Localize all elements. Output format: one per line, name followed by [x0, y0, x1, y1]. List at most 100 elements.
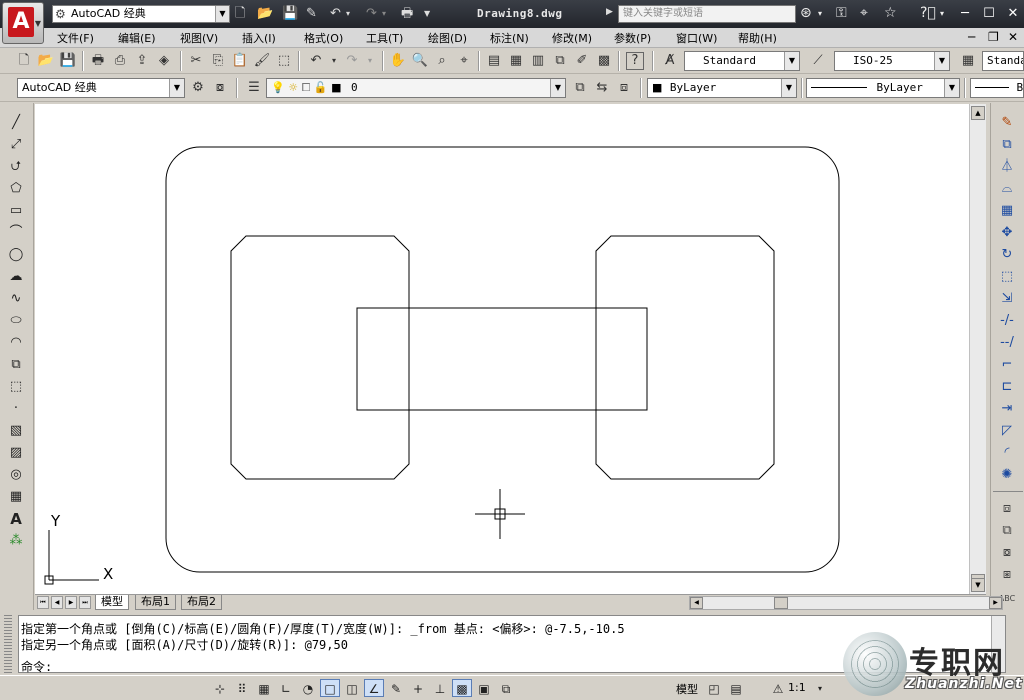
- explode-icon[interactable]: ✺: [997, 465, 1017, 485]
- menu-parameters[interactable]: 参数(P): [614, 30, 651, 46]
- extend-icon[interactable]: --/: [997, 333, 1017, 353]
- model-space-label[interactable]: 模型: [676, 681, 698, 697]
- qnew-icon[interactable]: 🗋: [14, 51, 34, 71]
- bring-front-icon[interactable]: ⧉: [997, 521, 1017, 541]
- layer-states-icon[interactable]: ⧈: [614, 78, 634, 98]
- doc-close-icon[interactable]: ✕: [1008, 30, 1018, 44]
- expand-arrow-icon[interactable]: ▶: [606, 7, 613, 17]
- polar-tracking-icon[interactable]: ◔: [298, 679, 318, 697]
- copy-icon[interactable]: ⎘: [208, 51, 228, 71]
- make-block-icon[interactable]: ⬚: [6, 377, 26, 397]
- ellipse-icon[interactable]: ⬭: [6, 311, 26, 331]
- binoculars-icon[interactable]: ⊛: [800, 5, 812, 21]
- outer-rounded-rectangle[interactable]: [165, 146, 840, 573]
- chamfer-icon[interactable]: ◸: [997, 421, 1017, 441]
- vertical-scrollbar[interactable]: ▲ ▼: [969, 104, 986, 594]
- lineweight-select[interactable]: B: [970, 78, 1024, 98]
- save-icon[interactable]: 💾: [282, 6, 298, 22]
- polygon-icon[interactable]: ⬠: [6, 179, 26, 199]
- annotation-scale-icon[interactable]: ⚠: [768, 679, 788, 697]
- doc-minimize-icon[interactable]: ─: [968, 30, 975, 44]
- quick-properties-icon[interactable]: ▣: [474, 679, 494, 697]
- polyline-icon[interactable]: ⮍: [6, 157, 26, 177]
- chevron-down-icon[interactable]: ▾: [382, 6, 386, 22]
- menu-file[interactable]: 文件(F): [57, 30, 94, 46]
- publish-icon[interactable]: ⇪: [132, 51, 152, 71]
- trim-icon[interactable]: -/-: [997, 311, 1017, 331]
- circle-icon[interactable]: ◯: [6, 245, 26, 265]
- infer-constraints-icon[interactable]: ⊹: [210, 679, 230, 697]
- text-style-select[interactable]: Standard ▼: [684, 51, 800, 71]
- add-selected-icon[interactable]: ⁂: [6, 531, 26, 551]
- paste-icon[interactable]: 📋: [230, 51, 250, 71]
- workspace-select[interactable]: AutoCAD 经典 ▼: [17, 78, 185, 98]
- show-lineweight-icon[interactable]: ⊥: [430, 679, 450, 697]
- chevron-down-icon[interactable]: ▼: [934, 52, 949, 70]
- help-icon[interactable]: ?: [626, 52, 644, 70]
- object-snap-icon[interactable]: □: [320, 679, 340, 697]
- command-window-grip[interactable]: [4, 615, 12, 673]
- snap-mode-icon[interactable]: ⠿: [232, 679, 252, 697]
- save-icon[interactable]: 💾: [58, 51, 78, 71]
- annotation-scale-value[interactable]: 1:1: [788, 681, 806, 694]
- point-icon[interactable]: ·: [6, 399, 26, 419]
- tab-layout1[interactable]: 布局1: [135, 595, 176, 610]
- qat-customize-icon[interactable]: ▼: [424, 6, 430, 22]
- gradient-icon[interactable]: ▨: [6, 443, 26, 463]
- revision-cloud-icon[interactable]: ☁: [6, 267, 26, 287]
- save-as-icon[interactable]: ✎: [306, 6, 317, 22]
- workspace-settings-icon[interactable]: ⚙: [188, 78, 208, 98]
- spline-icon[interactable]: ∿: [6, 289, 26, 309]
- menu-view[interactable]: 视图(V): [180, 30, 218, 46]
- tab-layout2[interactable]: 布局2: [181, 595, 222, 610]
- drawing-canvas[interactable]: X Y: [35, 104, 969, 594]
- print-icon[interactable]: 🖶: [401, 6, 413, 22]
- tool-palettes-icon[interactable]: ▥: [528, 51, 548, 71]
- help-icon[interactable]: ?⃝: [920, 5, 936, 21]
- quick-view-drawings-icon[interactable]: ▤: [726, 679, 746, 697]
- chevron-down-icon[interactable]: ▾: [818, 9, 822, 18]
- stretch-icon[interactable]: ⇲: [997, 289, 1017, 309]
- chevron-down-icon[interactable]: ▾: [810, 679, 830, 697]
- scale-icon[interactable]: ⬚: [997, 267, 1017, 287]
- satellite-icon[interactable]: ⌖: [860, 5, 868, 21]
- chevron-down-icon[interactable]: ▼: [784, 52, 799, 70]
- menu-format[interactable]: 格式(O): [304, 30, 343, 46]
- undo-icon[interactable]: ↶: [330, 6, 341, 22]
- cut-icon[interactable]: ✂: [186, 51, 206, 71]
- layer-manager-icon[interactable]: ☰: [244, 78, 264, 98]
- first-tab-icon[interactable]: ⏮: [37, 596, 49, 609]
- dim-style-icon[interactable]: ⟋: [808, 51, 828, 71]
- menu-tools[interactable]: 工具(T): [366, 30, 403, 46]
- horizontal-scrollbar[interactable]: ◀ ▶: [689, 596, 1003, 610]
- ellipse-arc-icon[interactable]: ◠: [6, 333, 26, 353]
- last-tab-icon[interactable]: ⏭: [79, 596, 91, 609]
- menu-edit[interactable]: 编辑(E): [118, 30, 156, 46]
- quick-view-layouts-icon[interactable]: ◰: [704, 679, 724, 697]
- undo-icon[interactable]: ↶: [306, 51, 326, 71]
- line-icon[interactable]: ╱: [6, 113, 26, 133]
- send-back-icon[interactable]: ⧇: [997, 543, 1017, 563]
- key-icon[interactable]: ⚿: [836, 5, 847, 21]
- menu-dimension[interactable]: 标注(N): [490, 30, 529, 46]
- rectangle-icon[interactable]: ▭: [6, 201, 26, 221]
- break-at-point-icon[interactable]: ⌐: [997, 355, 1017, 375]
- redo-icon[interactable]: ↷: [366, 6, 377, 22]
- scroll-left-icon[interactable]: ◀: [690, 597, 703, 609]
- transparency-icon[interactable]: ▩: [452, 679, 472, 697]
- zoom-previous-icon[interactable]: ⌖: [454, 51, 474, 71]
- minimize-icon[interactable]: ─: [956, 5, 974, 23]
- chevron-down-icon[interactable]: ▼: [781, 79, 796, 97]
- scroll-right-icon[interactable]: ▶: [989, 597, 1002, 609]
- mirror-icon[interactable]: ⏃: [997, 157, 1017, 177]
- workspace-save-icon[interactable]: ⧇: [210, 78, 230, 98]
- center-rectangle[interactable]: [356, 307, 648, 411]
- dynamic-ucs-icon[interactable]: ✎: [386, 679, 406, 697]
- plot-preview-icon[interactable]: ⎙: [110, 51, 130, 71]
- right-chamfered-rectangle[interactable]: [595, 235, 775, 480]
- workspace-switcher[interactable]: ⚙ AutoCAD 经典 ▼: [52, 5, 230, 23]
- layer-previous-icon[interactable]: ⇆: [592, 78, 612, 98]
- application-menu-button[interactable]: A ▼: [2, 2, 44, 44]
- table-style-icon[interactable]: ▦: [958, 51, 978, 71]
- layer-select[interactable]: 💡 ☼ ⧠ 🔓 ■ 0 ▼: [266, 78, 566, 98]
